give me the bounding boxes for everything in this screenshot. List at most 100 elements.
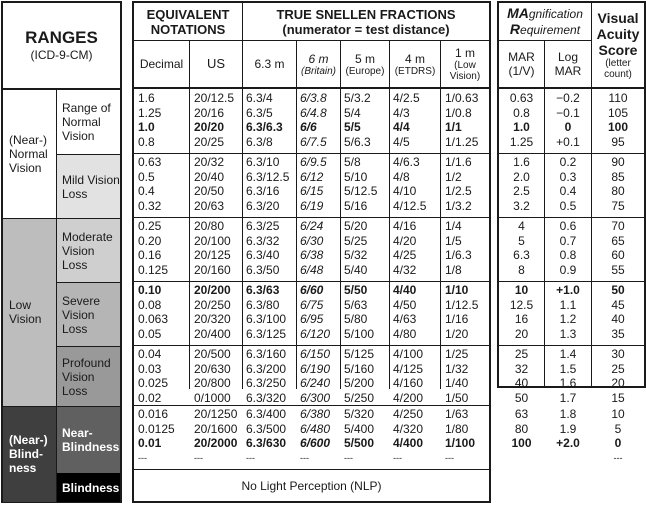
- cell-m1: 1/10: [445, 283, 469, 297]
- cell-m6: 6/30: [300, 233, 324, 248]
- cell-logmar: 0.2: [559, 155, 577, 169]
- magnification-panel: MAgnification Requirement Visual Acuity …: [497, 1, 646, 463]
- cell-m4: 4/10: [393, 184, 417, 198]
- group-near-normal-vision: (Near-) Normal Vision: [3, 90, 56, 218]
- col-label: 5 m: [354, 51, 375, 66]
- cell-m1: 1/8: [445, 262, 462, 277]
- cell-score: 60: [611, 248, 625, 262]
- cell-m5: 5/4: [344, 105, 361, 120]
- cell-decimal: 1.0: [138, 120, 155, 134]
- subrange-label: Moderate Vision Loss: [62, 229, 113, 272]
- col-label: 4 m: [404, 51, 425, 66]
- cell-m63: 6.3/630: [246, 436, 287, 450]
- cell-m63: 6.3/6.3: [246, 120, 283, 134]
- cell-m4: 4/80: [393, 326, 417, 341]
- cell-score: 70: [611, 219, 625, 233]
- cell-us: 20/800: [194, 376, 231, 390]
- cell-mar: [499, 451, 544, 466]
- cell-mar: 20: [514, 326, 529, 341]
- subrange-label: Range of Normal Vision: [62, 101, 111, 143]
- cell-logmar: +0.1: [556, 134, 580, 149]
- cell-m5: 5/10: [344, 169, 368, 184]
- cell-m6: 6/12: [300, 169, 324, 184]
- cell-logmar: −0.1: [556, 105, 580, 120]
- group-label: Low Vision: [9, 298, 42, 326]
- col-sublabel: (Europe): [345, 65, 385, 77]
- cell-m1: 1/32: [445, 361, 469, 376]
- cell-logmar: +2.0: [556, 436, 580, 450]
- cell-logmar: −0.2: [556, 91, 580, 105]
- cell-m5: 5/25: [344, 233, 368, 248]
- cell-score: ---: [613, 452, 623, 463]
- cell-mar: 1.6: [513, 155, 530, 169]
- cell-m5: 5/6.3: [344, 134, 371, 149]
- cell-score: 25: [611, 361, 625, 376]
- cell-m5: 5/40: [344, 262, 368, 277]
- cell-logmar: [545, 451, 591, 466]
- subrange-normal: Range of Normal Vision: [57, 90, 120, 154]
- cell-us: 0/1000: [194, 390, 231, 405]
- cell-us: 20/1250: [194, 407, 238, 421]
- group-near-blindness: (Near-) Blind- ness: [3, 406, 56, 502]
- cell-decimal: 0.025: [138, 376, 169, 390]
- score-title: Visual Acuity Score: [596, 10, 640, 58]
- cell-us: 20/500: [194, 347, 231, 361]
- cell-decimal: 0.63: [138, 155, 162, 169]
- cell-us: ---: [194, 452, 203, 463]
- cell-m4: 4/3: [393, 105, 410, 120]
- mag-header-line-1: MAgnification: [507, 4, 583, 21]
- cell-us: 20/40: [194, 169, 225, 184]
- cell-decimal: 0.25: [138, 219, 162, 233]
- cell-score: 10: [611, 407, 625, 421]
- cell-us: 20/20: [194, 120, 225, 134]
- subrange-severe: Severe Vision Loss: [57, 283, 120, 346]
- cell-logmar: 1.7: [559, 390, 577, 405]
- cell-decimal: 0.4: [138, 184, 155, 198]
- cell-m63: 6.3/100: [246, 312, 287, 326]
- cell-mar: 16: [514, 312, 529, 326]
- cell-m1: 1/12.5: [445, 297, 479, 312]
- cell-m4: ---: [393, 452, 402, 463]
- cell-m4: 4/6.3: [393, 155, 420, 169]
- cell-m1: 1/100: [445, 436, 476, 450]
- cell-m63: 6.3/160: [246, 347, 287, 361]
- cell-score: 5: [614, 421, 622, 436]
- cell-logmar: 1.5: [559, 361, 577, 376]
- cell-m1: 1/6.3: [445, 248, 472, 262]
- cell-m63: 6.3/25: [246, 219, 280, 233]
- ranges-subtitle: (ICD-9-CM): [30, 48, 93, 62]
- col-sublabel: (Britain): [300, 65, 336, 77]
- equiv-notations-header: EQUIVALENT NOTATIONS: [146, 6, 230, 37]
- cell-mar: 50: [514, 390, 529, 405]
- nlp-label: No Light Perception (NLP): [241, 478, 382, 493]
- cell-m5: 5/63: [344, 297, 368, 312]
- cell-m63: 6.3/8: [246, 134, 273, 149]
- cell-m6: 6/4.8: [300, 105, 327, 120]
- cell-us: 20/63: [194, 198, 225, 213]
- cell-m5: 5/8: [344, 155, 361, 169]
- cell-score: 105: [607, 105, 629, 120]
- cell-us: 20/250: [194, 297, 231, 312]
- cell-decimal: 0.16: [138, 248, 162, 262]
- cell-m1: 1/1.25: [445, 134, 479, 149]
- cell-m4: 4/5: [393, 134, 410, 149]
- mag-header-rest2: equirement: [520, 22, 581, 37]
- cell-logmar: 1.8: [559, 407, 577, 421]
- cell-mar: 1.25: [509, 134, 534, 149]
- col-header-decimal: Decimal: [139, 57, 184, 71]
- cell-us: 20/16: [194, 105, 225, 120]
- group-low-vision: Low Vision: [3, 218, 56, 406]
- cell-decimal: 0.02: [138, 390, 162, 405]
- col-header-4m: 4 m (ETDRS): [390, 41, 440, 87]
- cell-m6: 6/3.8: [300, 91, 327, 105]
- cell-m6: 6/300: [300, 390, 331, 405]
- cell-m63: 6.3/10: [246, 155, 280, 169]
- cell-m4: 4/400: [393, 436, 424, 450]
- cell-m4: 4/32: [393, 262, 417, 277]
- cell-m1: 1/25: [445, 347, 469, 361]
- cell-logmar: 1.3: [559, 326, 577, 341]
- cell-m1: 1/4: [445, 219, 462, 233]
- cell-us: 20/12.5: [194, 91, 235, 105]
- cell-mar: 100: [511, 436, 532, 450]
- cell-m6: 6/48: [300, 262, 324, 277]
